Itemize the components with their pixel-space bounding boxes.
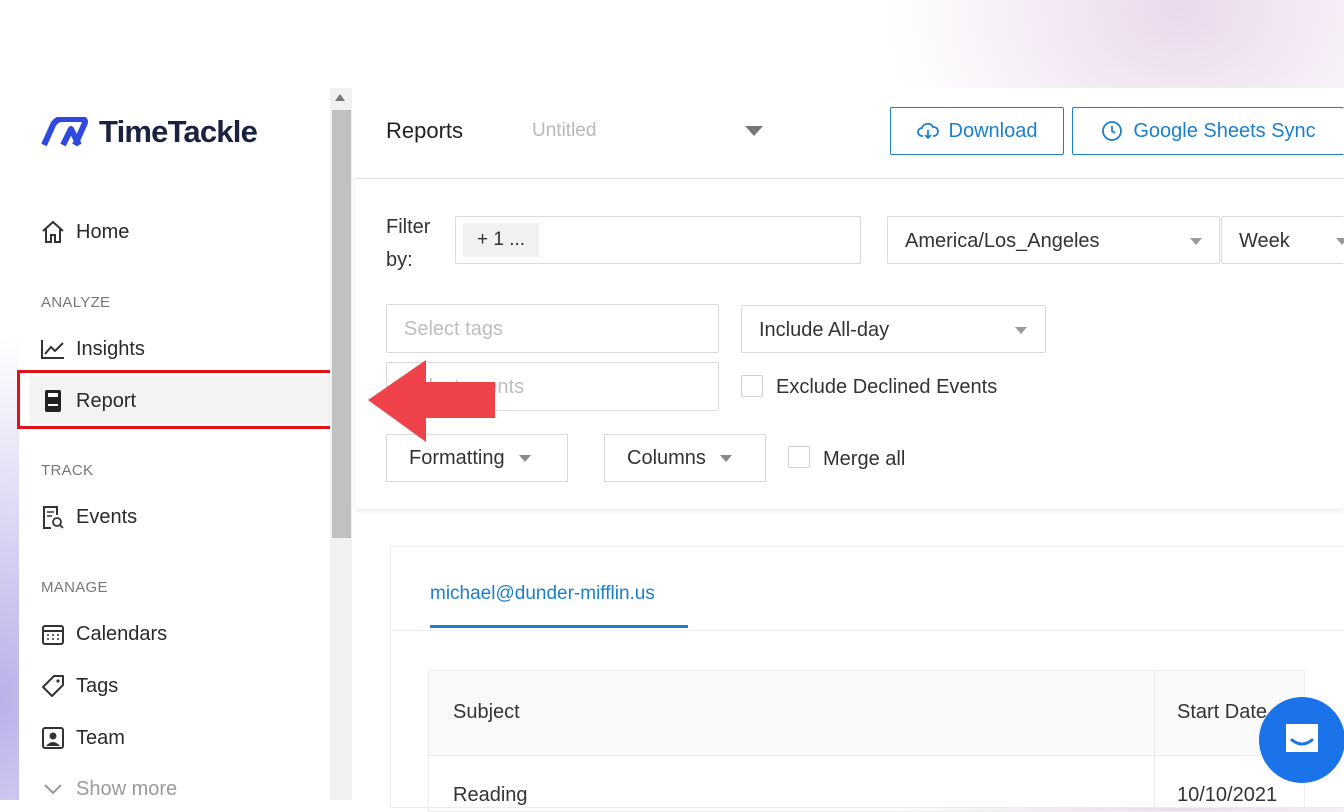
exclude-declined-checkbox[interactable] [741,375,763,397]
tags-placeholder: Select tags [404,318,503,340]
sidebar-item-label: Events [76,505,138,528]
table-header-row: Subject Start Date [429,671,1304,756]
sidebar-item-events[interactable]: Events [39,499,137,535]
section-track: TRACK [41,462,94,479]
sidebar-item-label: Home [76,220,130,243]
report-header: Reports Untitled Download Google Sheets … [355,88,1344,179]
timezone-value: America/Los_Angeles [905,230,1100,252]
cell-subject: Reading [453,784,528,806]
sidebar-item-team[interactable]: Team [39,720,125,756]
download-label: Download [948,119,1038,142]
timetackle-logo[interactable]: TimeTackle [41,114,258,150]
sidebar-item-label: Tags [76,674,119,697]
sidebar-item-label: Report [76,389,137,412]
section-manage: MANAGE [41,579,108,596]
filter-chip[interactable]: + 1 ... [463,223,540,257]
column-header-start-date[interactable]: Start Date [1177,701,1267,724]
cloud-download-icon [916,121,939,141]
report-table: Subject Start Date Reading 10/10/2021 [428,670,1305,812]
sidebar: TimeTackle Home ANALYZE Insights Report … [19,88,330,800]
column-divider [1154,671,1155,811]
exclude-declined-label: Exclude Declined Events [776,376,998,398]
filter-by-label-line-2: by: [386,249,413,271]
columns-dropdown[interactable]: Columns [604,434,766,482]
google-sheets-sync-label: Google Sheets Sync [1133,119,1316,142]
chevron-down-icon [39,775,67,803]
all-day-select[interactable]: Include All-day [741,305,1046,353]
all-day-value: Include All-day [759,319,890,341]
period-select[interactable]: Week [1221,216,1344,264]
sidebar-item-label: Insights [76,337,145,360]
columns-label: Columns [627,446,706,469]
tab-user-email[interactable]: michael@dunder-mifflin.us [430,583,655,605]
google-sheets-sync-button[interactable]: Google Sheets Sync [1072,107,1344,155]
scroll-up-arrow-icon[interactable] [335,94,345,101]
timetackle-logo-icon [41,117,88,147]
chat-launcher-button[interactable] [1259,697,1344,783]
tab-active-underline [430,625,688,628]
red-arrow-annotation-icon [368,360,495,442]
tag-icon [39,672,67,700]
filter-by-label: Filter by: [386,211,430,277]
filter-input[interactable]: + 1 ... [455,216,861,264]
timezone-select[interactable]: America/Los_Angeles [887,216,1220,264]
report-icon [39,387,67,415]
filters-panel: Filter by: + 1 ... America/Los_Angeles W… [355,179,1344,509]
chart-line-icon [39,335,67,363]
sidebar-scrollbar[interactable] [330,88,352,800]
sidebar-item-label: Calendars [76,622,168,645]
sidebar-item-tags[interactable]: Tags [39,668,118,704]
sidebar-item-home[interactable]: Home [39,214,129,250]
column-header-subject[interactable]: Subject [453,701,520,724]
all-day-caret-icon [1015,327,1027,334]
tags-select[interactable]: Select tags [386,304,719,353]
sidebar-item-label: Show more [76,777,178,800]
sidebar-item-report[interactable]: Report [39,383,136,419]
sidebar-item-label: Team [76,726,125,749]
main-area: Reports Untitled Download Google Sheets … [355,88,1344,812]
cell-start-date: 10/10/2021 [1177,784,1278,806]
tabs-divider [391,630,1344,631]
sidebar-item-insights[interactable]: Insights [39,331,145,367]
filter-by-label-line-1: Filter [386,216,431,238]
columns-caret-icon [719,454,732,462]
clock-icon [1101,120,1123,142]
section-analyze: ANALYZE [41,294,111,311]
events-search-icon [39,503,67,531]
report-name-selector[interactable]: Untitled [532,120,596,142]
merge-all-checkbox[interactable] [788,446,810,468]
formatting-caret-icon [518,454,531,462]
download-button[interactable]: Download [890,107,1064,155]
chat-icon [1286,724,1318,758]
period-caret-icon [1336,238,1344,245]
report-name-caret-icon[interactable] [745,126,763,136]
scroll-thumb[interactable] [332,110,351,538]
timezone-caret-icon [1190,238,1202,245]
formatting-label: Formatting [409,446,505,469]
period-value: Week [1239,230,1290,252]
page-title: Reports [386,118,464,143]
sidebar-show-more[interactable]: Show more [39,771,177,807]
calendar-icon [39,620,67,648]
report-content: michael@dunder-mifflin.us Subject Start … [390,546,1344,812]
sidebar-item-calendars[interactable]: Calendars [39,616,167,652]
merge-all-label: Merge all [823,448,906,470]
team-icon [39,724,67,752]
brand-name: TimeTackle [99,114,258,149]
home-icon [39,218,67,246]
